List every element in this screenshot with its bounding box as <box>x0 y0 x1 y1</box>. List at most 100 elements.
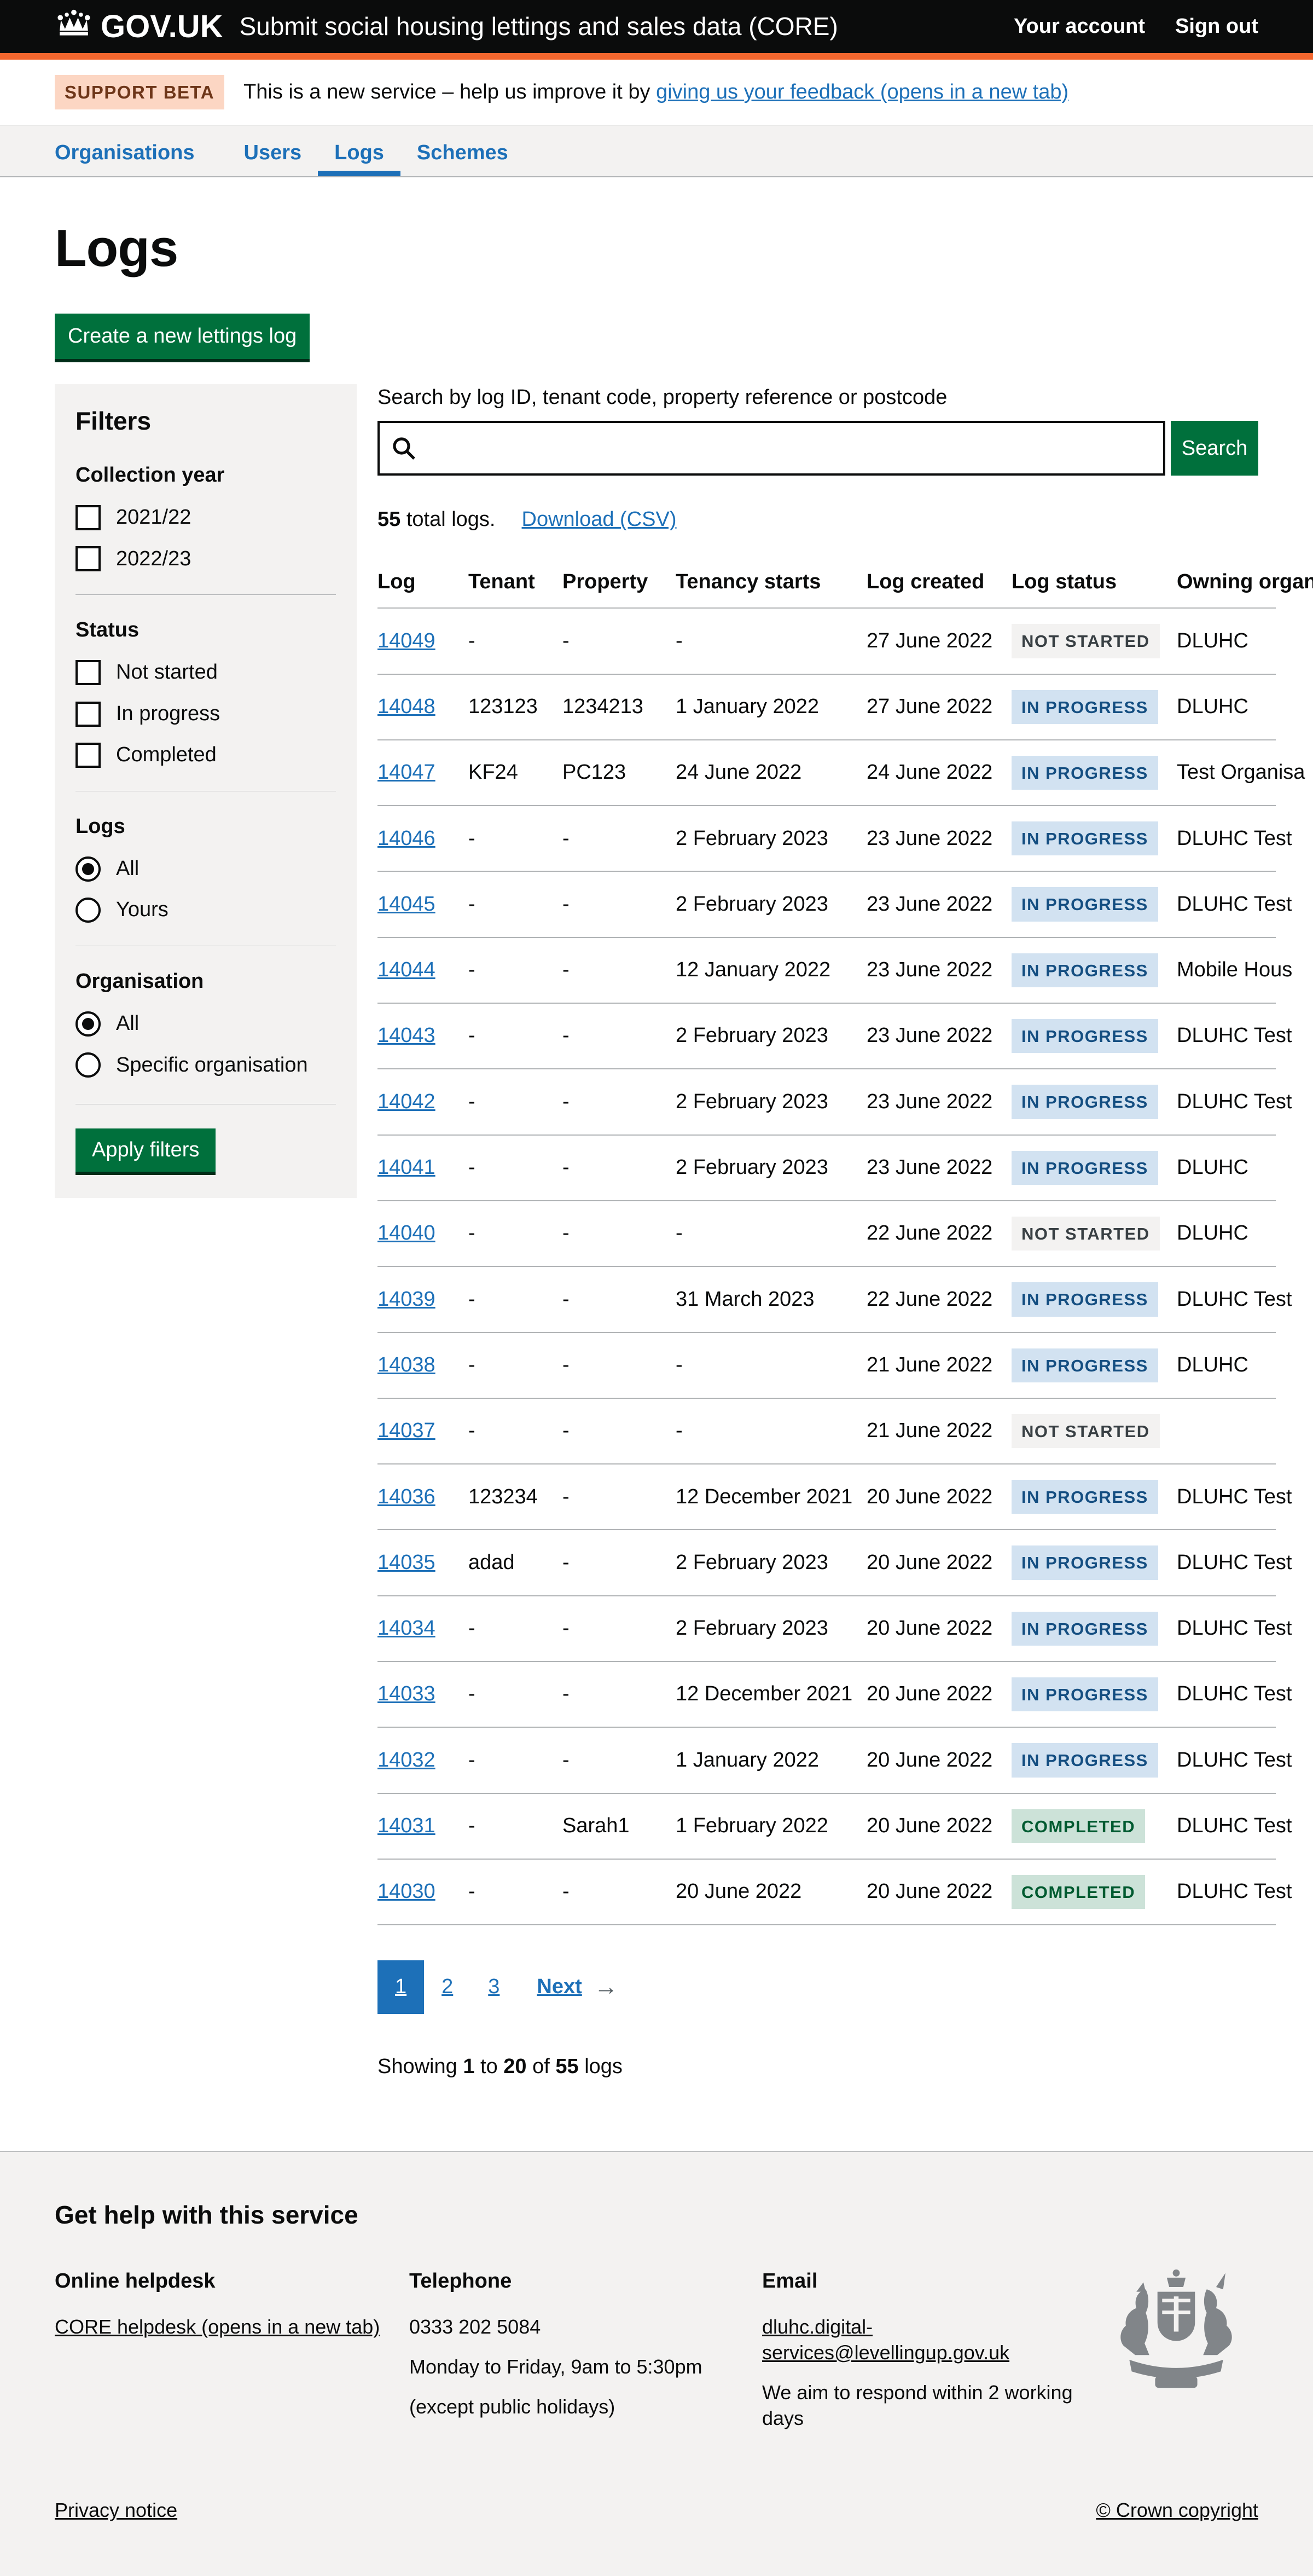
cell-log-created: 20 June 2022 <box>867 1793 1012 1859</box>
search-button[interactable]: Search <box>1171 421 1258 476</box>
radio-input[interactable] <box>75 1052 101 1078</box>
nav-item-schemes[interactable]: Schemes <box>400 125 525 176</box>
nav-item-organisations[interactable]: Organisations <box>55 125 228 176</box>
log-link-14030[interactable]: 14030 <box>377 1880 435 1903</box>
footer-link-core-helpdesk-opens-in-a-new-t[interactable]: CORE helpdesk (opens in a new tab) <box>55 2315 380 2338</box>
checkbox-2022-23[interactable]: 2022/23 <box>75 546 336 572</box>
checkbox-in-progress[interactable]: In progress <box>75 701 336 727</box>
table-row-log-14032: 14032--1 January 202220 June 2022IN PROG… <box>377 1727 1276 1793</box>
option-label: Yours <box>116 896 169 923</box>
log-link-14038[interactable]: 14038 <box>377 1353 435 1376</box>
status-badge: COMPLETED <box>1012 1809 1145 1843</box>
log-link-14040[interactable]: 14040 <box>377 1222 435 1244</box>
radio-specific-organisation[interactable]: Specific organisation <box>75 1052 336 1079</box>
log-link-14046[interactable]: 14046 <box>377 827 435 850</box>
table-row-log-14049: 14049---27 June 2022NOT STARTEDDLUHC <box>377 608 1276 674</box>
pagination-next-link[interactable]: Next <box>537 1973 582 2000</box>
filter-group-heading: Status <box>75 617 336 644</box>
footer-line: 0333 202 5084 <box>409 2314 762 2340</box>
total-logs-suffix: total logs. <box>400 508 495 531</box>
apply-filters-button[interactable]: Apply filters <box>75 1128 216 1172</box>
status-badge: NOT STARTED <box>1012 624 1160 658</box>
govuk-logo[interactable]: GOV.UK <box>55 6 223 47</box>
log-link-14039[interactable]: 14039 <box>377 1288 435 1311</box>
cell-property: - <box>562 1727 676 1793</box>
sign-out-link[interactable]: Sign out <box>1175 13 1258 40</box>
log-link-14049[interactable]: 14049 <box>377 629 435 652</box>
phase-banner-text: This is a new service – help us improve … <box>243 79 1068 106</box>
option-label: 2021/22 <box>116 504 191 531</box>
radio-yours[interactable]: Yours <box>75 896 336 923</box>
log-link-14044[interactable]: 14044 <box>377 958 435 981</box>
cell-tenant: - <box>468 1727 562 1793</box>
log-link-14041[interactable]: 14041 <box>377 1156 435 1179</box>
table-row-log-14048: 1404812312312342131 January 202227 June … <box>377 674 1276 740</box>
your-account-link[interactable]: Your account <box>1014 13 1145 40</box>
pagination-page-2[interactable]: 2 <box>424 1960 470 2013</box>
table-row-log-14039: 14039--31 March 202322 June 2022IN PROGR… <box>377 1266 1276 1332</box>
cell-tenancy-starts: 1 February 2022 <box>676 1793 867 1859</box>
log-link-14031[interactable]: 14031 <box>377 1814 435 1837</box>
cell-tenancy-starts: 2 February 2023 <box>676 1596 867 1662</box>
create-lettings-log-button[interactable]: Create a new lettings log <box>55 314 310 359</box>
checkbox-input[interactable] <box>75 660 101 685</box>
showing-prefix: Showing <box>377 2055 463 2078</box>
radio-input[interactable] <box>75 898 101 923</box>
feedback-link[interactable]: giving us your feedback (opens in a new … <box>656 80 1068 103</box>
log-link-14045[interactable]: 14045 <box>377 893 435 916</box>
log-link-14047[interactable]: 14047 <box>377 761 435 784</box>
log-link-14035[interactable]: 14035 <box>377 1551 435 1574</box>
table-row-log-14045: 14045--2 February 202323 June 2022IN PRO… <box>377 871 1276 937</box>
status-badge: NOT STARTED <box>1012 1414 1160 1448</box>
log-link-14043[interactable]: 14043 <box>377 1024 435 1047</box>
cell-owning-organisation: DLUHC Test <box>1177 1859 1276 1925</box>
pagination-page-3[interactable]: 3 <box>470 1960 517 2013</box>
log-link-14042[interactable]: 14042 <box>377 1090 435 1113</box>
log-link-14033[interactable]: 14033 <box>377 1682 435 1705</box>
status-badge: IN PROGRESS <box>1012 756 1158 790</box>
cell-property: - <box>562 1069 676 1134</box>
nav-item-logs[interactable]: Logs <box>318 125 400 176</box>
nav-item-users[interactable]: Users <box>228 125 318 176</box>
cell-tenant: adad <box>468 1530 562 1595</box>
column-header-owning-organisation: Owning organisation <box>1177 559 1276 608</box>
log-link-14034[interactable]: 14034 <box>377 1617 435 1640</box>
filter-group-heading: Logs <box>75 813 336 840</box>
checkbox-not-started[interactable]: Not started <box>75 659 336 686</box>
checkbox-completed[interactable]: Completed <box>75 742 336 768</box>
crown-copyright-link[interactable]: © Crown copyright <box>1096 2498 1258 2523</box>
cell-log-created: 22 June 2022 <box>867 1266 1012 1332</box>
filter-group-status: Status Not started In progress Completed <box>75 594 336 769</box>
privacy-notice-link[interactable]: Privacy notice <box>55 2498 177 2523</box>
log-link-14037[interactable]: 14037 <box>377 1419 435 1442</box>
table-row-log-14043: 14043--2 February 202323 June 2022IN PRO… <box>377 1003 1276 1069</box>
log-link-14032[interactable]: 14032 <box>377 1749 435 1772</box>
log-link-14048[interactable]: 14048 <box>377 695 435 718</box>
pagination-page-1[interactable]: 1 <box>377 1960 424 2013</box>
cell-owning-organisation: DLUHC <box>1177 1135 1276 1201</box>
cell-property: - <box>562 608 676 674</box>
radio-input[interactable] <box>75 1011 101 1037</box>
footer-line: We aim to respond within 2 working days <box>762 2380 1094 2432</box>
cell-owning-organisation: DLUHC Test <box>1177 1596 1276 1662</box>
checkbox-2021-22[interactable]: 2021/22 <box>75 504 336 531</box>
status-badge: IN PROGRESS <box>1012 1348 1158 1382</box>
service-name[interactable]: Submit social housing lettings and sales… <box>239 10 838 43</box>
table-row-log-14038: 14038---21 June 2022IN PROGRESSDLUHC <box>377 1333 1276 1398</box>
checkbox-input[interactable] <box>75 702 101 727</box>
checkbox-input[interactable] <box>75 743 101 768</box>
radio-input[interactable] <box>75 856 101 882</box>
radio-all[interactable]: All <box>75 1010 336 1037</box>
search-input[interactable] <box>377 421 1165 476</box>
download-csv-link[interactable]: Download (CSV) <box>522 506 677 533</box>
checkbox-input[interactable] <box>75 505 101 530</box>
radio-all[interactable]: All <box>75 855 336 882</box>
filter-groups: Collection year2021/222022/23StatusNot s… <box>75 443 336 1079</box>
log-link-14036[interactable]: 14036 <box>377 1485 435 1508</box>
footer-link-dluhc-digital-services-levelli[interactable]: dluhc.digital-services@levellingup.gov.u… <box>762 2315 1009 2364</box>
showing-of: of <box>527 2055 556 2078</box>
filter-group-organisation: OrganisationAllSpecific organisation <box>75 946 336 1079</box>
phase-banner: SUPPORT BETA This is a new service – hel… <box>0 60 1313 125</box>
checkbox-input[interactable] <box>75 546 101 571</box>
option-label: Not started <box>116 659 218 686</box>
